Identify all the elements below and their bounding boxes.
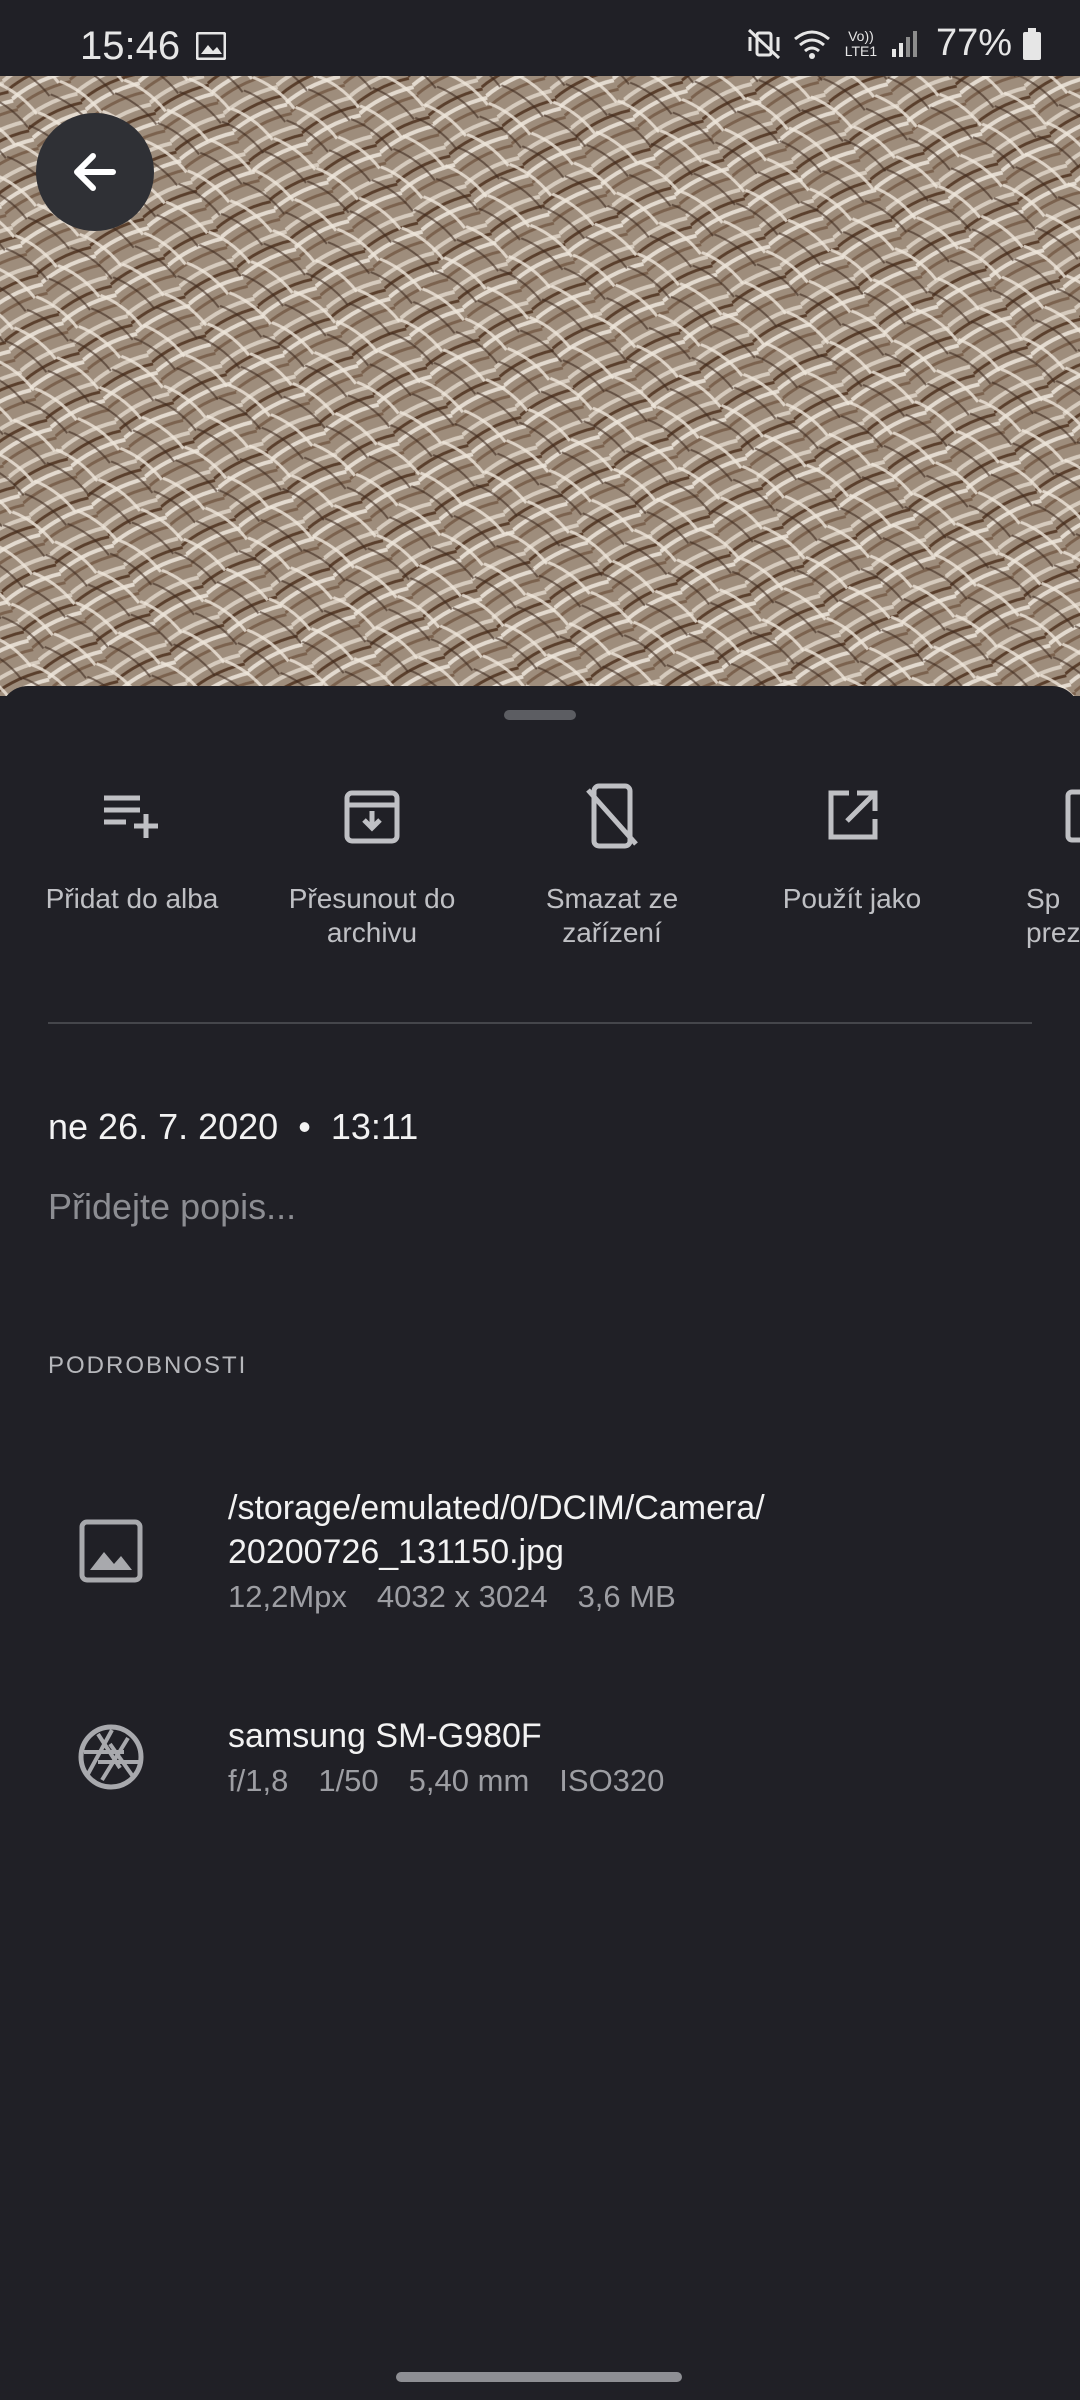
gesture-nav-bar[interactable] xyxy=(396,2372,682,2382)
megapixels: 12,2Mpx xyxy=(228,1579,347,1614)
volte-icon: Vo)) LTE1 xyxy=(844,27,878,59)
mute-vibrate-icon xyxy=(747,28,780,59)
open-external-icon xyxy=(828,790,878,840)
status-icons: Vo)) LTE1 77% xyxy=(746,22,1042,65)
playlist-add-icon xyxy=(104,795,158,838)
drag-handle[interactable] xyxy=(504,710,576,720)
battery-icon xyxy=(1023,27,1041,60)
aperture-value: f/1,8 xyxy=(228,1763,289,1798)
details-heading: PODROBNOSTI xyxy=(48,1352,248,1379)
phone-delete-icon xyxy=(586,783,638,849)
slideshow-label: Sp prez xyxy=(1026,883,1080,948)
delete-from-device-label: Smazat ze zařízení xyxy=(545,883,679,948)
date-separator: • xyxy=(298,1106,311,1147)
image-icon xyxy=(79,1519,143,1583)
signal-icon xyxy=(891,30,917,57)
camera-model: samsung SM-G980F xyxy=(228,1717,542,1755)
slideshow-icon xyxy=(1065,789,1080,843)
status-time: 15:46 xyxy=(80,24,181,68)
use-as-label: Použít jako xyxy=(782,883,922,914)
use-as-button[interactable]: Použít jako xyxy=(742,776,962,916)
file-path-line1: /storage/emulated/0/DCIM/Camera/ xyxy=(228,1489,765,1527)
file-size: 3,6 MB xyxy=(577,1579,676,1614)
file-path-line2: 20200726_131150.jpg xyxy=(228,1533,564,1571)
resolution: 4032 x 3024 xyxy=(376,1579,548,1614)
battery-percentage: 77% xyxy=(935,22,1012,64)
fur-texture-image xyxy=(0,76,1080,696)
description-field[interactable]: Přidejte popis... xyxy=(48,1186,296,1228)
wifi-icon xyxy=(793,30,830,59)
date-time[interactable]: ne 26. 7. 2020 • 13:11 xyxy=(48,1106,418,1148)
move-to-archive-label: Přesunout do archivu xyxy=(288,883,456,948)
iso-value: ISO320 xyxy=(559,1763,665,1798)
gallery-icon xyxy=(196,32,226,60)
back-button[interactable] xyxy=(36,113,154,231)
arrow-left-icon xyxy=(74,153,116,191)
aperture-icon xyxy=(78,1724,144,1790)
divider xyxy=(48,1022,1032,1024)
shutter-value: 1/50 xyxy=(318,1763,379,1798)
delete-from-device-button[interactable]: Smazat ze zařízení xyxy=(502,776,722,950)
archive-icon xyxy=(344,790,400,844)
photo-preview[interactable] xyxy=(0,76,1080,696)
slideshow-button[interactable]: Sp prez xyxy=(982,776,1080,950)
add-to-album-label: Přidat do alba xyxy=(45,883,219,914)
status-bar: 15:46 Vo)) LTE1 77% xyxy=(0,0,1080,76)
add-to-album-button[interactable]: Přidat do alba xyxy=(22,776,242,916)
time-text: 13:11 xyxy=(330,1106,419,1147)
actions-row: Přidat do alba Přesunout do archivu Smaz… xyxy=(0,776,1080,976)
info-sheet: Přidat do alba Přesunout do archivu Smaz… xyxy=(0,686,1080,2400)
focal-length: 5,40 mm xyxy=(408,1763,530,1798)
date-text: ne 26. 7. 2020 xyxy=(48,1106,279,1147)
move-to-archive-button[interactable]: Přesunout do archivu xyxy=(262,776,482,950)
